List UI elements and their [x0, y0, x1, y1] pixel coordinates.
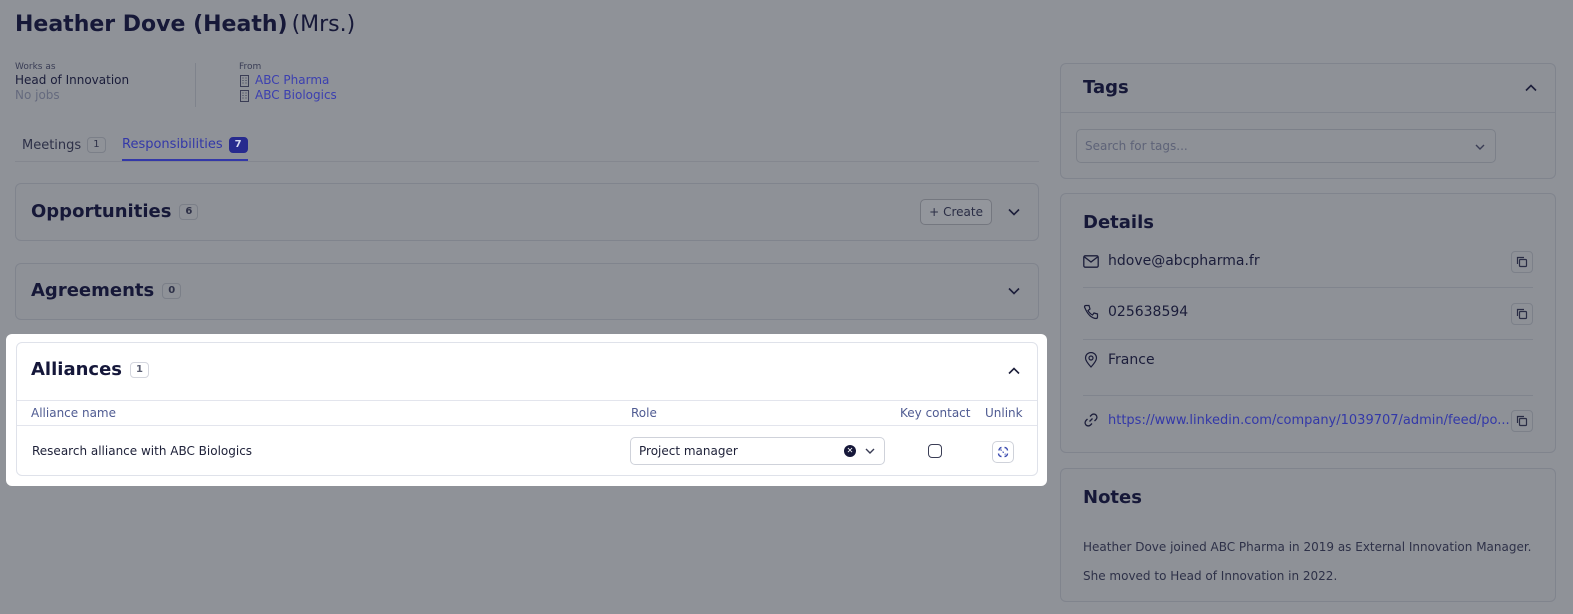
- company-link-abc-biologics[interactable]: ABC Biologics: [239, 88, 337, 103]
- tags-divider: [1061, 112, 1555, 113]
- opportunities-title: Opportunities 6: [31, 201, 199, 222]
- chevron-down-icon: [1475, 144, 1485, 150]
- agreements-panel: Agreements 0: [15, 263, 1039, 320]
- tab-label: Meetings: [22, 137, 82, 153]
- linkedin-row: https://www.linkedin.com/company/1039707…: [1083, 412, 1510, 428]
- country-value: France: [1108, 352, 1155, 368]
- role-value: Project manager: [639, 444, 738, 458]
- chevron-down-icon[interactable]: [1007, 205, 1021, 219]
- column-unlink: Unlink: [985, 406, 1023, 420]
- phone-row: 025638594: [1083, 304, 1188, 320]
- count-badge: 1: [87, 137, 106, 153]
- meta-divider: [195, 63, 196, 107]
- company-name: ABC Pharma: [255, 73, 330, 87]
- alliances-title: Alliances 1: [31, 359, 149, 380]
- tag-search-placeholder: Search for tags...: [1085, 139, 1188, 153]
- job-title: Head of Innovation: [15, 73, 130, 87]
- tags-title: Tags: [1083, 77, 1129, 98]
- copy-icon: [1516, 308, 1528, 320]
- count-badge: 6: [179, 203, 199, 220]
- section-title: Agreements: [31, 280, 155, 301]
- copy-icon: [1516, 256, 1528, 268]
- company-name: ABC Biologics: [255, 88, 337, 102]
- count-badge: 1: [130, 361, 149, 378]
- column-key-contact: Key contact: [900, 406, 971, 420]
- works-as-label: Works as: [15, 62, 56, 72]
- unlink-button[interactable]: [992, 441, 1014, 463]
- email-value: hdove@abcpharma.fr: [1108, 253, 1260, 269]
- chevron-down-icon: [865, 448, 875, 454]
- notes-title: Notes: [1083, 487, 1142, 508]
- tab-label: Responsibilities: [122, 137, 223, 152]
- count-badge: 0: [162, 282, 182, 299]
- company-link-abc-pharma[interactable]: ABC Pharma: [239, 73, 337, 88]
- from-block: From ABC Pharma ABC Biologics: [239, 62, 337, 103]
- chevron-up-icon[interactable]: [1007, 364, 1021, 378]
- details-divider: [1083, 339, 1533, 340]
- clear-icon[interactable]: ✕: [844, 445, 856, 457]
- tags-panel: Tags Search for tags...: [1060, 63, 1556, 179]
- phone-value: 025638594: [1108, 304, 1189, 320]
- jobs-text: No jobs: [15, 88, 60, 102]
- details-divider: [1083, 395, 1533, 396]
- plus-icon: +: [929, 205, 940, 219]
- works-as-block: Works as Head of Innovation No jobs: [15, 62, 129, 103]
- chevron-down-icon[interactable]: [1007, 284, 1021, 298]
- alliance-name: Research alliance with ABC Biologics: [32, 444, 253, 458]
- phone-icon: [1083, 304, 1099, 320]
- tab-meetings[interactable]: Meetings 1: [22, 134, 106, 156]
- email-row: hdove@abcpharma.fr: [1083, 253, 1260, 269]
- mail-icon: [1083, 254, 1099, 268]
- country-row: France: [1083, 352, 1155, 368]
- tag-search-input[interactable]: Search for tags...: [1076, 129, 1496, 163]
- link-icon: [1084, 413, 1098, 427]
- copy-phone-button[interactable]: [1511, 303, 1533, 325]
- note-line: She moved to Head of Innovation in 2022.: [1083, 569, 1338, 583]
- table-row: Research alliance with ABC Biologics Pro…: [17, 427, 1037, 475]
- note-line: Heather Dove joined ABC Pharma in 2019 a…: [1083, 540, 1532, 554]
- person-name: Heather Dove (Heath): [15, 12, 288, 37]
- building-icon: [240, 89, 249, 102]
- tab-bar: Meetings 1 Responsibilities 7: [15, 130, 1039, 162]
- building-icon: [240, 74, 249, 87]
- unlink-icon: [997, 446, 1009, 458]
- from-label: From: [239, 62, 262, 72]
- page-title: Heather Dove (Heath) (Mrs.): [15, 12, 355, 37]
- location-pin-icon: [1084, 352, 1098, 368]
- copy-linkedin-button[interactable]: [1511, 410, 1533, 432]
- tab-responsibilities[interactable]: Responsibilities 7: [122, 134, 248, 161]
- column-alliance-name: Alliance name: [31, 406, 116, 420]
- section-title: Alliances: [31, 359, 122, 380]
- column-role: Role: [631, 406, 657, 420]
- alliances-panel: Alliances 1 Alliance name Role Key conta…: [16, 342, 1038, 476]
- details-title: Details: [1083, 212, 1154, 233]
- table-header: Alliance name Role Key contact Unlink: [17, 400, 1037, 426]
- role-select[interactable]: Project manager ✕: [630, 437, 885, 465]
- person-honorific: (Mrs.): [291, 12, 356, 37]
- chevron-up-icon[interactable]: [1524, 81, 1538, 95]
- agreements-title: Agreements 0: [31, 280, 182, 301]
- create-button[interactable]: + Create: [920, 199, 992, 225]
- notes-panel: Notes Heather Dove joined ABC Pharma in …: [1060, 468, 1556, 602]
- key-contact-checkbox[interactable]: [928, 444, 942, 458]
- copy-email-button[interactable]: [1511, 251, 1533, 273]
- details-divider: [1083, 287, 1533, 288]
- details-panel: Details hdove@abcpharma.fr 025638594 Fra…: [1060, 193, 1556, 453]
- copy-icon: [1516, 415, 1528, 427]
- opportunities-panel: Opportunities 6 + Create: [15, 183, 1039, 241]
- count-badge: 7: [228, 136, 248, 153]
- linkedin-link[interactable]: https://www.linkedin.com/company/1039707…: [1108, 413, 1510, 428]
- section-title: Opportunities: [31, 201, 172, 222]
- create-label: Create: [943, 205, 983, 219]
